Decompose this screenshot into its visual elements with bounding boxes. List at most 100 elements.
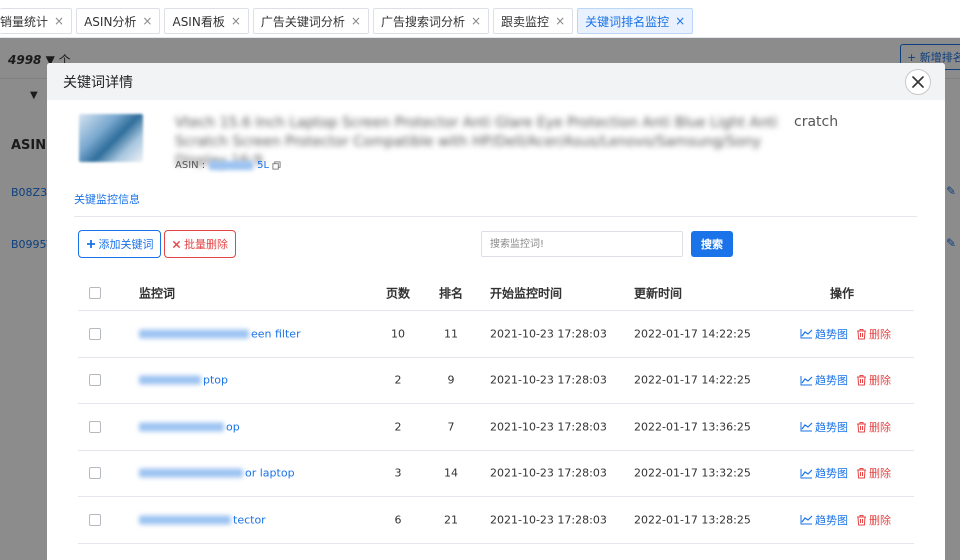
pages-value: 6 bbox=[394, 513, 402, 527]
trend-label: 趋势图 bbox=[815, 327, 848, 341]
add-keyword-label: 添加关键词 bbox=[98, 238, 154, 251]
asin-value[interactable]: 5L bbox=[257, 160, 269, 171]
pages-value: 10 bbox=[391, 327, 405, 341]
pages-value: 2 bbox=[394, 373, 402, 387]
tab-close-icon[interactable]: × bbox=[54, 14, 64, 28]
tab-label: ASIN看板 bbox=[172, 14, 225, 29]
row-actions: 趋势图 删除 bbox=[800, 419, 891, 435]
row-actions: 趋势图 删除 bbox=[800, 512, 891, 528]
column-header-action: 操作 bbox=[830, 286, 855, 300]
tab-close-icon[interactable]: × bbox=[142, 14, 152, 28]
table-row: tector 6 21 2021-10-23 17:28:03 2022-01-… bbox=[78, 497, 914, 544]
keyword-text: or laptop bbox=[245, 466, 295, 480]
modal-header: 关键词详情 bbox=[47, 63, 945, 100]
tab-close-icon[interactable]: × bbox=[675, 14, 685, 28]
tab-close-icon[interactable]: × bbox=[555, 14, 565, 28]
column-header-update-time: 更新时间 bbox=[634, 286, 683, 300]
tab-close-icon[interactable]: × bbox=[351, 14, 361, 28]
keyword-redacted bbox=[139, 468, 243, 478]
trash-icon bbox=[857, 375, 866, 386]
start-time-value: 2021-10-23 17:28:03 bbox=[490, 373, 607, 387]
modal-title: 关键词详情 bbox=[63, 74, 133, 91]
tab-keyword-rank-monitor[interactable]: 关键词排名监控 × bbox=[577, 8, 694, 34]
plus-icon bbox=[86, 240, 95, 248]
trend-button[interactable]: 趋势图 bbox=[800, 465, 848, 481]
section-label: 关键监控信息 bbox=[74, 193, 140, 206]
tab-close-icon[interactable]: × bbox=[471, 14, 481, 28]
keyword-link[interactable]: een filter bbox=[139, 327, 301, 340]
trend-chart-icon bbox=[800, 515, 813, 525]
trend-chart-icon bbox=[800, 422, 813, 432]
trend-button[interactable]: 趋势图 bbox=[800, 512, 848, 528]
trend-chart-icon bbox=[800, 375, 813, 386]
keyword-text: op bbox=[226, 420, 240, 434]
trend-chart-icon bbox=[800, 468, 813, 479]
product-summary: Vtech 15.6 Inch Laptop Screen Protector … bbox=[79, 114, 838, 171]
row-actions: 趋势图 删除 bbox=[800, 372, 891, 388]
keyword-link[interactable]: tector bbox=[139, 513, 266, 526]
close-icon bbox=[912, 76, 924, 88]
batch-delete-label: 批量删除 bbox=[184, 238, 228, 251]
delete-button[interactable]: 删除 bbox=[856, 465, 891, 481]
update-time-value: 2022-01-17 14:22:25 bbox=[634, 373, 751, 387]
search-button[interactable]: 搜索 bbox=[691, 231, 733, 257]
delete-label: 删除 bbox=[869, 327, 891, 341]
trend-button[interactable]: 趋势图 bbox=[800, 419, 848, 435]
table-row: or laptop 3 14 2021-10-23 17:28:03 2022-… bbox=[78, 451, 914, 497]
pages-value: 2 bbox=[394, 420, 402, 434]
keyword-redacted bbox=[139, 329, 249, 339]
keyword-table: 监控词 页数 排名 开始监控时间 更新时间 操作 een filter 10 1… bbox=[78, 275, 914, 544]
tab-hijack-monitor[interactable]: 跟卖监控 × bbox=[493, 8, 574, 34]
start-time-value: 2021-10-23 17:28:03 bbox=[490, 420, 607, 434]
trend-button[interactable]: 趋势图 bbox=[800, 372, 848, 388]
table-row: een filter 10 11 2021-10-23 17:28:03 202… bbox=[78, 311, 914, 358]
tab-sales-stats[interactable]: 销量统计 × bbox=[0, 8, 73, 34]
keyword-link[interactable]: ptop bbox=[139, 374, 228, 387]
pages-value: 3 bbox=[394, 466, 402, 480]
close-button[interactable] bbox=[905, 69, 931, 95]
select-all-checkbox[interactable] bbox=[89, 286, 101, 299]
keyword-link[interactable]: or laptop bbox=[139, 467, 295, 480]
table-header-row: 监控词 页数 排名 开始监控时间 更新时间 操作 bbox=[78, 275, 914, 311]
update-time-value: 2022-01-17 13:36:25 bbox=[634, 420, 751, 434]
start-time-value: 2021-10-23 17:28:03 bbox=[490, 466, 607, 480]
tab-close-icon[interactable]: × bbox=[231, 14, 241, 28]
tab-asin-board[interactable]: ASIN看板 × bbox=[164, 8, 249, 34]
row-checkbox[interactable] bbox=[89, 467, 101, 480]
tab-ad-keyword-analysis[interactable]: 广告关键词分析 × bbox=[252, 8, 369, 34]
delete-button[interactable]: 删除 bbox=[856, 512, 891, 528]
tab-label: 广告关键词分析 bbox=[260, 14, 345, 29]
row-checkbox[interactable] bbox=[89, 327, 101, 340]
trash-icon bbox=[857, 514, 866, 526]
asin-label: ASIN : bbox=[175, 160, 206, 171]
delete-button[interactable]: 删除 bbox=[856, 326, 891, 342]
rank-value: 14 bbox=[444, 466, 458, 480]
update-time-value: 2022-01-17 13:28:25 bbox=[634, 513, 751, 527]
trend-button[interactable]: 趋势图 bbox=[800, 326, 848, 342]
table-row: ptop 2 9 2021-10-23 17:28:03 2022-01-17 … bbox=[78, 358, 914, 404]
trend-label: 趋势图 bbox=[815, 374, 848, 388]
tab-asin-analysis[interactable]: ASIN分析 × bbox=[76, 8, 161, 34]
keyword-link[interactable]: op bbox=[139, 420, 240, 433]
rank-value: 7 bbox=[447, 420, 455, 434]
keyword-redacted bbox=[139, 515, 231, 525]
row-actions: 趋势图 删除 bbox=[800, 326, 891, 342]
add-keyword-button[interactable]: 添加关键词 bbox=[78, 230, 161, 258]
row-checkbox[interactable] bbox=[89, 420, 101, 433]
row-checkbox[interactable] bbox=[89, 374, 101, 387]
delete-button[interactable]: 删除 bbox=[856, 372, 891, 388]
delete-label: 删除 bbox=[869, 374, 891, 388]
tab-label: 广告搜索词分析 bbox=[380, 14, 465, 29]
batch-delete-button[interactable]: 批量删除 bbox=[164, 230, 236, 258]
keyword-redacted bbox=[139, 375, 201, 385]
delete-button[interactable]: 删除 bbox=[856, 419, 891, 435]
copy-icon[interactable] bbox=[272, 161, 281, 170]
tab-ad-search-term-analysis[interactable]: 广告搜索词分析 × bbox=[372, 8, 490, 34]
trend-label: 趋势图 bbox=[815, 513, 848, 527]
cross-icon bbox=[172, 240, 181, 248]
row-checkbox[interactable] bbox=[89, 513, 101, 526]
tab-label: 跟卖监控 bbox=[501, 14, 550, 29]
keyword-search-input[interactable] bbox=[481, 231, 683, 257]
column-header-start-time: 开始监控时间 bbox=[490, 286, 563, 300]
product-asin: ASIN : 5L bbox=[175, 160, 281, 171]
